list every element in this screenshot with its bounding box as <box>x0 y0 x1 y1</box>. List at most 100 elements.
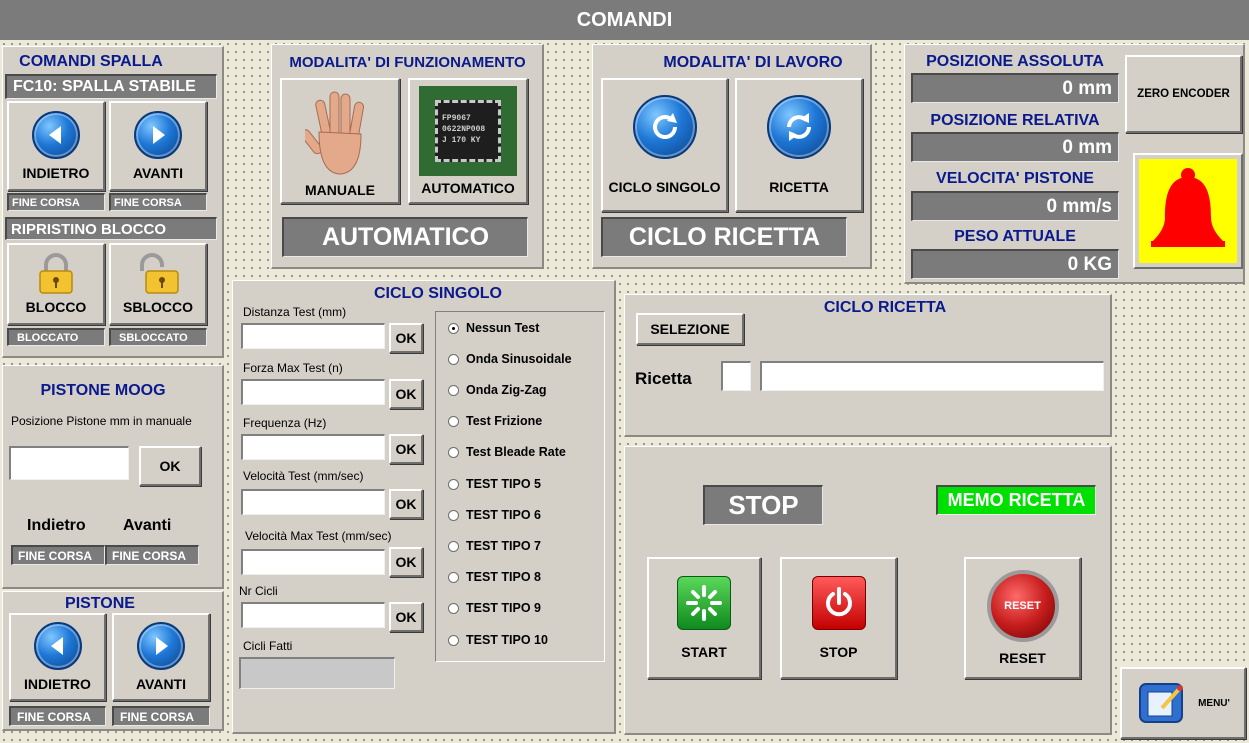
radio-icon <box>448 540 459 552</box>
radio-nessun-test[interactable]: Nessun Test <box>448 321 539 335</box>
radio-label: Test Frizione <box>466 414 543 428</box>
chip-label: FP9067 0622NP008 J 170 KY <box>435 100 501 162</box>
radio-icon <box>448 571 459 583</box>
radio-label: Test Bleade Rate <box>466 445 566 459</box>
blocco-label: BLOCCO <box>25 299 87 315</box>
radio-icon <box>448 415 459 427</box>
moog-ok-button[interactable]: OK <box>139 446 201 486</box>
moog-position-label: Posizione Pistone mm in manuale <box>11 414 192 428</box>
test-type-radio-group: Nessun Test Onda Sinusoidale Onda Zig-Za… <box>435 311 605 662</box>
sblocco-button[interactable]: SBLOCCO <box>109 243 207 325</box>
funzionamento-current-display: AUTOMATICO <box>282 217 528 257</box>
pistone-avanti-label: AVANTI <box>135 676 187 692</box>
stop-label: STOP <box>819 644 858 660</box>
manuale-button[interactable]: MANUALE <box>280 78 400 204</box>
spalla-fine-corsa-right: FINE CORSA <box>109 193 207 211</box>
forza-max-test-input[interactable] <box>241 379 385 405</box>
posizione-assoluta-value: 0 mm <box>911 73 1119 103</box>
ricetta-name-input[interactable] <box>760 361 1104 391</box>
nr-cicli-ok-button[interactable]: OK <box>389 602 423 632</box>
radio-icon <box>448 446 459 458</box>
radio-onda-zig-zag[interactable]: Onda Zig-Zag <box>448 383 547 397</box>
radio-selected-icon <box>448 322 459 334</box>
zero-encoder-label: ZERO ENCODER <box>1137 88 1230 100</box>
zero-encoder-button[interactable]: ZERO ENCODER <box>1125 55 1242 133</box>
velocita-test-ok-button[interactable]: OK <box>389 489 423 519</box>
pistone-moog-title: PISTONE MOOG <box>40 382 166 399</box>
velocita-test-input[interactable] <box>241 489 385 515</box>
radio-test-tipo-9[interactable]: TEST TIPO 9 <box>448 601 541 615</box>
pistone-indietro-button[interactable]: INDIETRO <box>9 613 106 701</box>
comandi-spalla-title: COMANDI SPALLA <box>19 53 163 70</box>
automatico-button[interactable]: FP9067 0622NP008 J 170 KY AUTOMATICO <box>408 78 528 204</box>
radio-test-tipo-10[interactable]: TEST TIPO 10 <box>448 633 548 647</box>
pistone-panel: PISTONE INDIETRO AVANTI FINE CORSA FINE … <box>2 591 224 731</box>
velocita-max-test-label: Velocità Max Test (mm/sec) <box>245 529 392 543</box>
ciclo-singolo-label: CICLO SINGOLO <box>608 179 721 195</box>
comandi-spalla-panel: COMANDI SPALLA FC10: SPALLA STABILE INDI… <box>2 46 224 358</box>
start-icon <box>677 576 731 630</box>
radio-test-frizione[interactable]: Test Frizione <box>448 414 542 428</box>
ciclo-singolo-button[interactable]: CICLO SINGOLO <box>601 78 728 212</box>
radio-test-tipo-8[interactable]: TEST TIPO 8 <box>448 570 541 584</box>
ciclo-singolo-title: CICLO SINGOLO <box>374 285 502 302</box>
moog-position-input[interactable] <box>9 446 129 480</box>
automatico-label: AUTOMATICO <box>421 180 515 196</box>
velocita-pistone-label: VELOCITA' PISTONE <box>936 170 1094 187</box>
frequenza-input[interactable] <box>241 434 385 460</box>
posizione-assoluta-label: POSIZIONE ASSOLUTA <box>926 53 1104 70</box>
spalla-avanti-button[interactable]: AVANTI <box>109 101 207 191</box>
machine-status-display: STOP <box>703 485 823 525</box>
pistone-title: PISTONE <box>65 595 135 612</box>
ricetta-button[interactable]: RICETTA <box>735 78 863 212</box>
ok-label: OK <box>395 386 417 402</box>
ok-label: OK <box>395 496 417 512</box>
radio-icon <box>448 602 459 614</box>
radio-label: TEST TIPO 6 <box>466 508 542 522</box>
frequenza-ok-button[interactable]: OK <box>389 434 423 464</box>
velocita-max-test-input[interactable] <box>241 549 385 575</box>
distanza-test-label: Distanza Test (mm) <box>243 305 347 319</box>
forza-max-test-ok-button[interactable]: OK <box>389 379 423 409</box>
nr-cicli-input[interactable] <box>241 602 385 628</box>
velocita-pistone-value: 0 mm/s <box>911 191 1119 221</box>
blocco-button[interactable]: BLOCCO <box>7 243 105 325</box>
radio-icon <box>448 384 459 396</box>
moog-fine-corsa-right: FINE CORSA <box>105 545 199 565</box>
radio-test-tipo-6[interactable]: TEST TIPO 6 <box>448 508 541 522</box>
distanza-test-input[interactable] <box>241 323 385 349</box>
spalla-indietro-label: INDIETRO <box>22 165 90 181</box>
spalla-indietro-button[interactable]: INDIETRO <box>7 101 105 191</box>
stop-button[interactable]: STOP <box>780 557 897 679</box>
radio-onda-sinusoidale[interactable]: Onda Sinusoidale <box>448 352 572 366</box>
manuale-label: MANUALE <box>305 182 375 198</box>
radio-label: TEST TIPO 5 <box>466 477 542 491</box>
cicli-fatti-label: Cicli Fatti <box>243 639 293 653</box>
forza-max-test-label: Forza Max Test (n) <box>243 361 343 375</box>
velocita-max-test-ok-button[interactable]: OK <box>389 547 423 577</box>
reset-button[interactable]: RESET RESET <box>964 557 1081 679</box>
spalla-avanti-label: AVANTI <box>132 165 184 181</box>
pistone-avanti-button[interactable]: AVANTI <box>112 613 210 701</box>
moog-ok-label: OK <box>159 458 181 474</box>
menu-button[interactable]: MENU' <box>1120 667 1246 739</box>
cicli-fatti-display <box>239 657 395 689</box>
distanza-test-ok-button[interactable]: OK <box>389 323 423 353</box>
peso-attuale-value: 0 KG <box>911 249 1119 279</box>
reset-label: RESET <box>999 650 1046 666</box>
posizione-relativa-label: POSIZIONE RELATIVA <box>930 112 1100 129</box>
radio-label: TEST TIPO 9 <box>466 601 542 615</box>
moog-fine-corsa-left: FINE CORSA <box>11 545 105 565</box>
velocita-test-label: Velocità Test (mm/sec) <box>243 469 364 483</box>
radio-test-tipo-5[interactable]: TEST TIPO 5 <box>448 477 541 491</box>
ricetta-number-input[interactable] <box>721 361 751 391</box>
alarm-indicator <box>1133 153 1243 269</box>
ripristino-blocco-display: RIPRISTINO BLOCCO <box>5 217 217 240</box>
selezione-button[interactable]: SELEZIONE <box>636 313 744 345</box>
alarm-bell-icon <box>1139 159 1237 263</box>
refresh-arrow-icon <box>632 95 697 159</box>
radio-test-bleade-rate[interactable]: Test Bleade Rate <box>448 445 566 459</box>
start-button[interactable]: START <box>647 557 761 679</box>
radio-icon <box>448 634 459 646</box>
radio-test-tipo-7[interactable]: TEST TIPO 7 <box>448 539 541 553</box>
